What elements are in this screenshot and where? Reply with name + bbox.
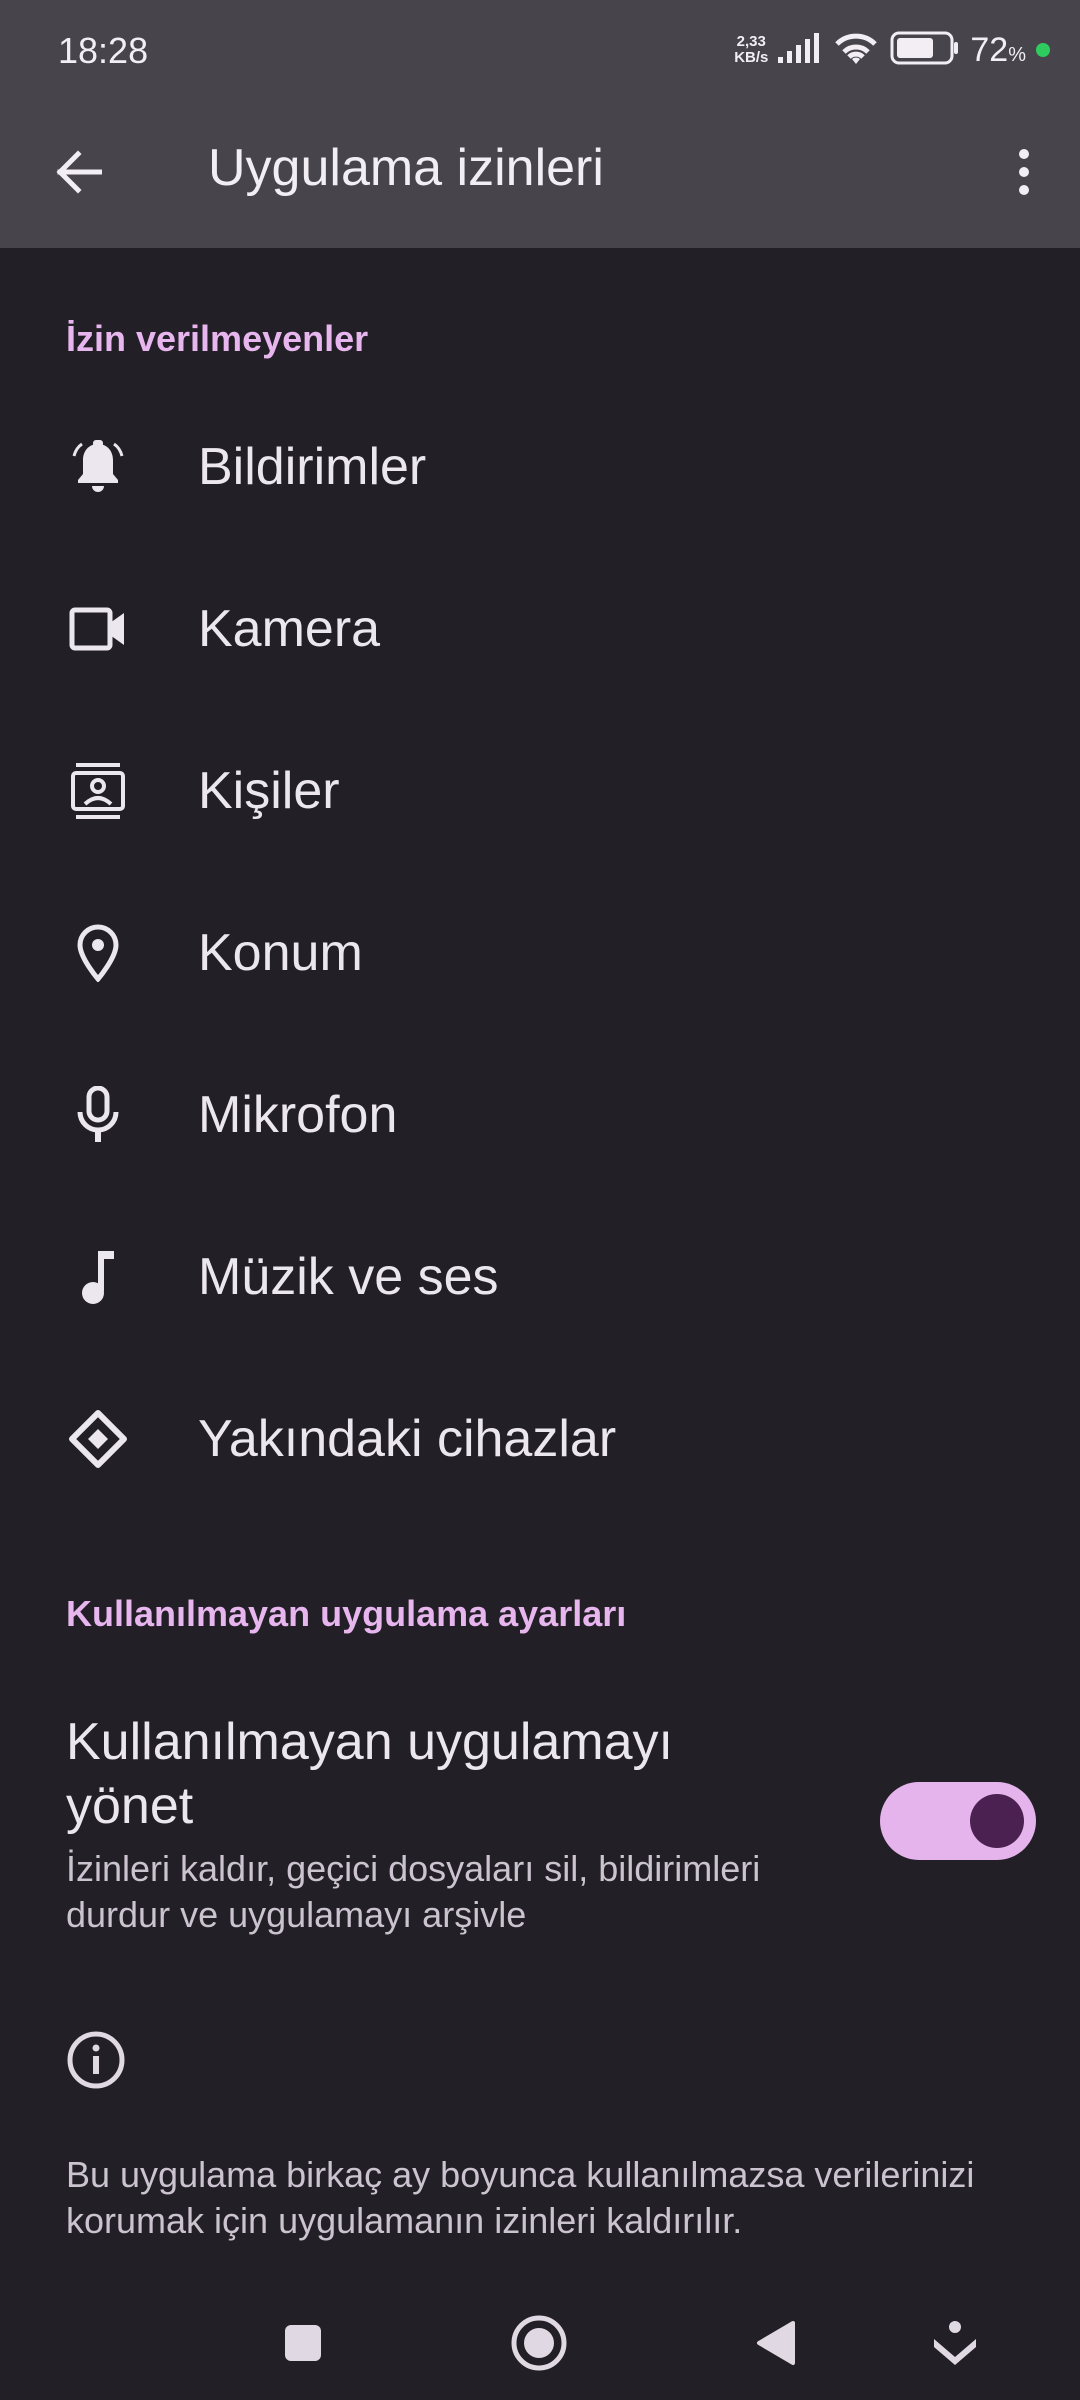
permission-label: Konum <box>198 924 363 982</box>
bell-icon <box>66 435 130 499</box>
home-button[interactable] <box>504 2310 574 2380</box>
system-nav-bar <box>0 2290 1080 2400</box>
permission-label: Müzik ve ses <box>198 1248 499 1306</box>
permission-item-location[interactable]: Konum <box>0 873 1080 1033</box>
arrow-back-icon <box>54 149 103 199</box>
permission-item-microphone[interactable]: Mikrofon <box>0 1035 1080 1195</box>
nearby-devices-icon <box>66 1407 130 1471</box>
manage-unused-app-row[interactable]: Kullanılmayan uygulamayı yönet İzinleri … <box>0 1700 1080 1950</box>
battery-percent-value: 72 <box>970 30 1009 69</box>
home-circle-icon <box>510 2314 568 2377</box>
microphone-icon <box>66 1083 130 1147</box>
permission-label: Bildirimler <box>198 438 427 496</box>
permission-label: Kişiler <box>198 762 340 820</box>
triangle-back-icon <box>755 2320 795 2371</box>
back-button[interactable] <box>40 136 116 212</box>
status-bar: 18:28 2,33 KB/s 72% <box>0 0 1080 100</box>
page-title: Uygulama izinleri <box>208 139 604 197</box>
more-vert-icon <box>1018 148 1030 201</box>
privacy-indicator-dot <box>1036 43 1050 57</box>
square-icon <box>283 2323 323 2368</box>
permission-label: Kamera <box>198 600 381 658</box>
section-header-denied: İzin verilmeyenler <box>66 318 369 359</box>
info-icon <box>66 2030 130 2094</box>
music-note-icon <box>66 1245 130 1309</box>
back-nav-button[interactable] <box>740 2310 810 2380</box>
battery-percent: 72% <box>970 31 1026 70</box>
info-text: Bu uygulama birkaç ay boyunca kullanılma… <box>66 2154 975 2241</box>
wifi-icon <box>832 30 880 71</box>
status-time: 18:28 <box>58 30 149 71</box>
accessibility-button[interactable] <box>920 2310 990 2380</box>
contacts-icon <box>66 759 130 823</box>
manage-unused-title: Kullanılmayan uygulamayı yönet <box>66 1713 673 1835</box>
network-speed: 2,33 KB/s <box>734 34 768 66</box>
section-header-unused: Kullanılmayan uygulama ayarları <box>66 1593 627 1634</box>
network-speed-unit: KB/s <box>734 49 769 66</box>
recents-button[interactable] <box>268 2310 338 2380</box>
permission-item-nearby-devices[interactable]: Yakındaki cihazlar <box>0 1359 1080 1519</box>
camera-icon <box>66 597 130 661</box>
network-speed-value: 2,33 <box>736 33 766 50</box>
toggle-knob <box>970 1794 1024 1848</box>
manage-unused-description: İzinleri kaldır, geçici dosyaları sil, b… <box>66 1848 761 1935</box>
app-bar: Uygulama izinleri <box>0 100 1080 248</box>
accessibility-icon <box>931 2319 979 2372</box>
permission-label: Mikrofon <box>198 1086 398 1144</box>
manage-unused-toggle[interactable] <box>880 1782 1036 1860</box>
permission-label: Yakındaki cihazlar <box>198 1410 617 1468</box>
signal-icon <box>778 32 822 68</box>
more-options-button[interactable] <box>986 136 1062 212</box>
permission-item-camera[interactable]: Kamera <box>0 549 1080 709</box>
battery-percent-unit: % <box>1008 43 1026 66</box>
permission-item-contacts[interactable]: Kişiler <box>0 711 1080 871</box>
status-icons: 2,33 KB/s 72% <box>734 28 1050 72</box>
battery-icon <box>890 31 960 70</box>
permission-item-notifications[interactable]: Bildirimler <box>0 387 1080 547</box>
permission-item-music[interactable]: Müzik ve ses <box>0 1197 1080 1357</box>
location-icon <box>66 921 130 985</box>
